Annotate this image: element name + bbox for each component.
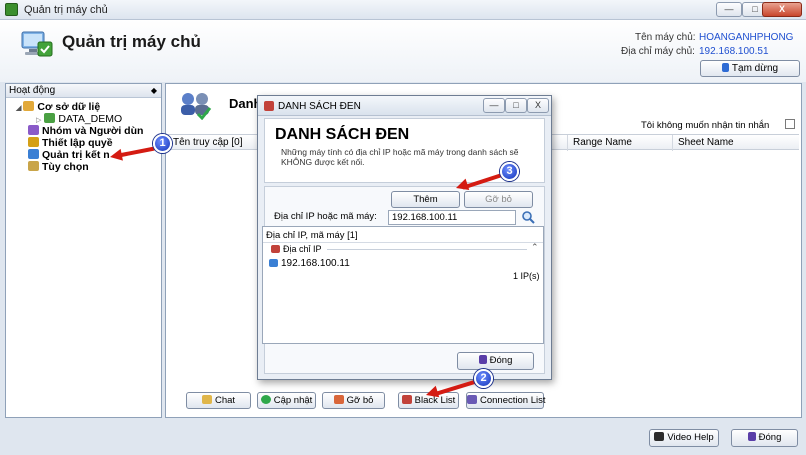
window-title: Quản trị máy chủ (24, 4, 108, 16)
sidebar-item-label: Tùy chọn (42, 161, 89, 173)
sidebar-item-connection-admin[interactable]: Quản trị kết n (28, 149, 110, 161)
dialog-close-action-label: Đóng (489, 355, 513, 366)
dialog-titlebar: DANH SÁCH ĐEN — □ X (258, 96, 551, 116)
video-help-button[interactable]: Video Help (649, 429, 719, 447)
minimize-button[interactable]: — (716, 2, 742, 17)
dialog-title: DANH SÁCH ĐEN (278, 101, 361, 112)
users-icon (28, 125, 39, 135)
search-icon[interactable] (521, 210, 535, 224)
database-icon (23, 101, 35, 111)
ip-group-header[interactable]: Địa chỉ IP (271, 244, 322, 254)
column-header-range-name[interactable]: Range Name (568, 135, 673, 151)
no-messages-checkbox[interactable] (785, 119, 795, 129)
sidebar-item-data-demo[interactable]: ▷ DATA_DEMO (36, 113, 122, 125)
door-icon (747, 432, 756, 441)
sidebar-item-label: DATA_DEMO (58, 113, 123, 125)
server-name-label: Tên máy chủ: (635, 32, 696, 43)
dialog-heading: DANH SÁCH ĐEN (275, 126, 410, 143)
black-list-dialog: DANH SÁCH ĐEN — □ X DANH SÁCH ĐEN Những … (257, 95, 552, 380)
ip-list-header: Địa chỉ IP, mã máy [1] (266, 230, 358, 241)
ip-count-label: 1 IP(s) (513, 271, 540, 281)
ip-list-item-label: 192.168.100.11 (281, 258, 350, 269)
sidebar-item-database[interactable]: ◢ Cơ sở dữ liệ (16, 101, 100, 113)
door-icon (478, 355, 487, 364)
annotation-arrowhead-1 (108, 148, 123, 163)
sidebar-header: Hoạt động ◆ (6, 84, 161, 98)
tree-collapse-icon[interactable]: ◢ (16, 105, 21, 112)
app-title: Quản trị máy chủ (62, 32, 201, 51)
server-addr-label: Địa chỉ máy chủ: (621, 46, 695, 57)
chat-button-label: Chat (214, 395, 236, 406)
update-button[interactable]: Cập nhật (257, 392, 316, 409)
dialog-close-action-button[interactable]: Đóng (457, 352, 534, 370)
dialog-remove-button[interactable]: Gỡ bỏ (464, 191, 533, 208)
annotation-badge-3: 3 (500, 162, 519, 181)
connection-list-icon (467, 395, 477, 404)
connection-list-button[interactable]: Connection List (466, 392, 546, 409)
dialog-minimize-button[interactable]: — (483, 98, 505, 113)
dialog-maximize-button[interactable]: □ (505, 98, 527, 113)
chat-button[interactable]: Chat (186, 392, 251, 409)
options-icon (28, 161, 39, 171)
tree-expand-icon[interactable]: ▷ (36, 117, 41, 124)
ip-input[interactable]: 192.168.100.11 (388, 210, 516, 225)
connection-icon (28, 149, 39, 159)
computer-icon (269, 259, 278, 267)
sidebar-item-label: Cơ sở dữ liệ (37, 101, 101, 113)
ip-group-label: Địa chỉ IP (283, 244, 322, 254)
close-main-button-label: Đóng (758, 432, 782, 443)
sidebar-item-label: Quản trị kết n (42, 149, 110, 161)
key-icon (28, 137, 39, 147)
remove-button[interactable]: Gỡ bỏ (322, 392, 385, 409)
update-button-label: Cập nhật (273, 395, 313, 406)
sidebar-item-options[interactable]: Tùy chọn (28, 161, 89, 173)
ip-input-label: Địa chỉ IP hoặc mã máy: (274, 211, 377, 222)
black-list-icon (401, 395, 412, 404)
video-help-button-label: Video Help (667, 432, 714, 443)
group-collapse-icon[interactable]: ⌃ (531, 242, 539, 253)
close-window-button[interactable]: X (762, 2, 802, 17)
server-addr-value: 192.168.100.51 (699, 46, 769, 57)
add-button[interactable]: Thêm (391, 191, 460, 208)
collapse-icon[interactable]: ◆ (151, 84, 157, 97)
server-name-value: HOANGANHPHONG (699, 32, 794, 43)
remove-icon (333, 395, 344, 404)
users-connection-icon (181, 93, 212, 120)
no-messages-label: Tôi không muốn nhận tin nhắn (641, 120, 770, 131)
server-admin-logo-icon (21, 31, 53, 57)
app-icon (5, 3, 18, 16)
activity-sidebar: Hoạt động ◆ ◢ Cơ sở dữ liệ ▷ DATA_DEMO Nhó… (5, 83, 162, 418)
dialog-description: Những máy tính có địa chỉ IP hoặc mã máy… (281, 147, 519, 167)
list-divider (263, 242, 543, 243)
connection-list-button-label: Connection List (480, 395, 546, 406)
ip-group-icon (271, 245, 280, 253)
pause-icon (721, 63, 729, 72)
chat-icon (201, 395, 212, 404)
ip-list: Địa chỉ IP, mã máy [1] Địa chỉ IP ⌃ 192.… (262, 226, 544, 344)
database-file-icon (44, 113, 56, 123)
sidebar-item-label: Nhóm và Người dùn (42, 125, 144, 137)
sidebar-item-label: Thiết lập quyề (42, 137, 113, 149)
group-divider (327, 249, 527, 250)
column-header-sheet-name[interactable]: Sheet Name (673, 135, 799, 151)
sidebar-header-label: Hoạt động (9, 85, 56, 96)
remove-button-label: Gỡ bỏ (346, 395, 374, 406)
sidebar-item-users-groups[interactable]: Nhóm và Người dùn (28, 125, 143, 137)
pause-button[interactable]: Tạm dừng (700, 60, 800, 77)
ip-list-item[interactable]: 192.168.100.11 (269, 258, 350, 269)
dialog-close-button[interactable]: X (527, 98, 549, 113)
sidebar-item-permissions[interactable]: Thiết lập quyề (28, 137, 113, 149)
window-titlebar: Quản trị máy chủ — □ X (0, 0, 806, 20)
refresh-icon (260, 395, 271, 404)
annotation-badge-2: 2 (474, 369, 493, 388)
close-main-button[interactable]: Đóng (731, 429, 798, 447)
video-icon (654, 432, 665, 441)
app-header: Quản trị máy chủ Tên máy chủ: HOANGANHPH… (0, 20, 806, 82)
annotation-badge-1: 1 (153, 134, 172, 153)
dialog-app-icon (264, 101, 274, 111)
pause-button-label: Tạm dừng (731, 63, 779, 74)
